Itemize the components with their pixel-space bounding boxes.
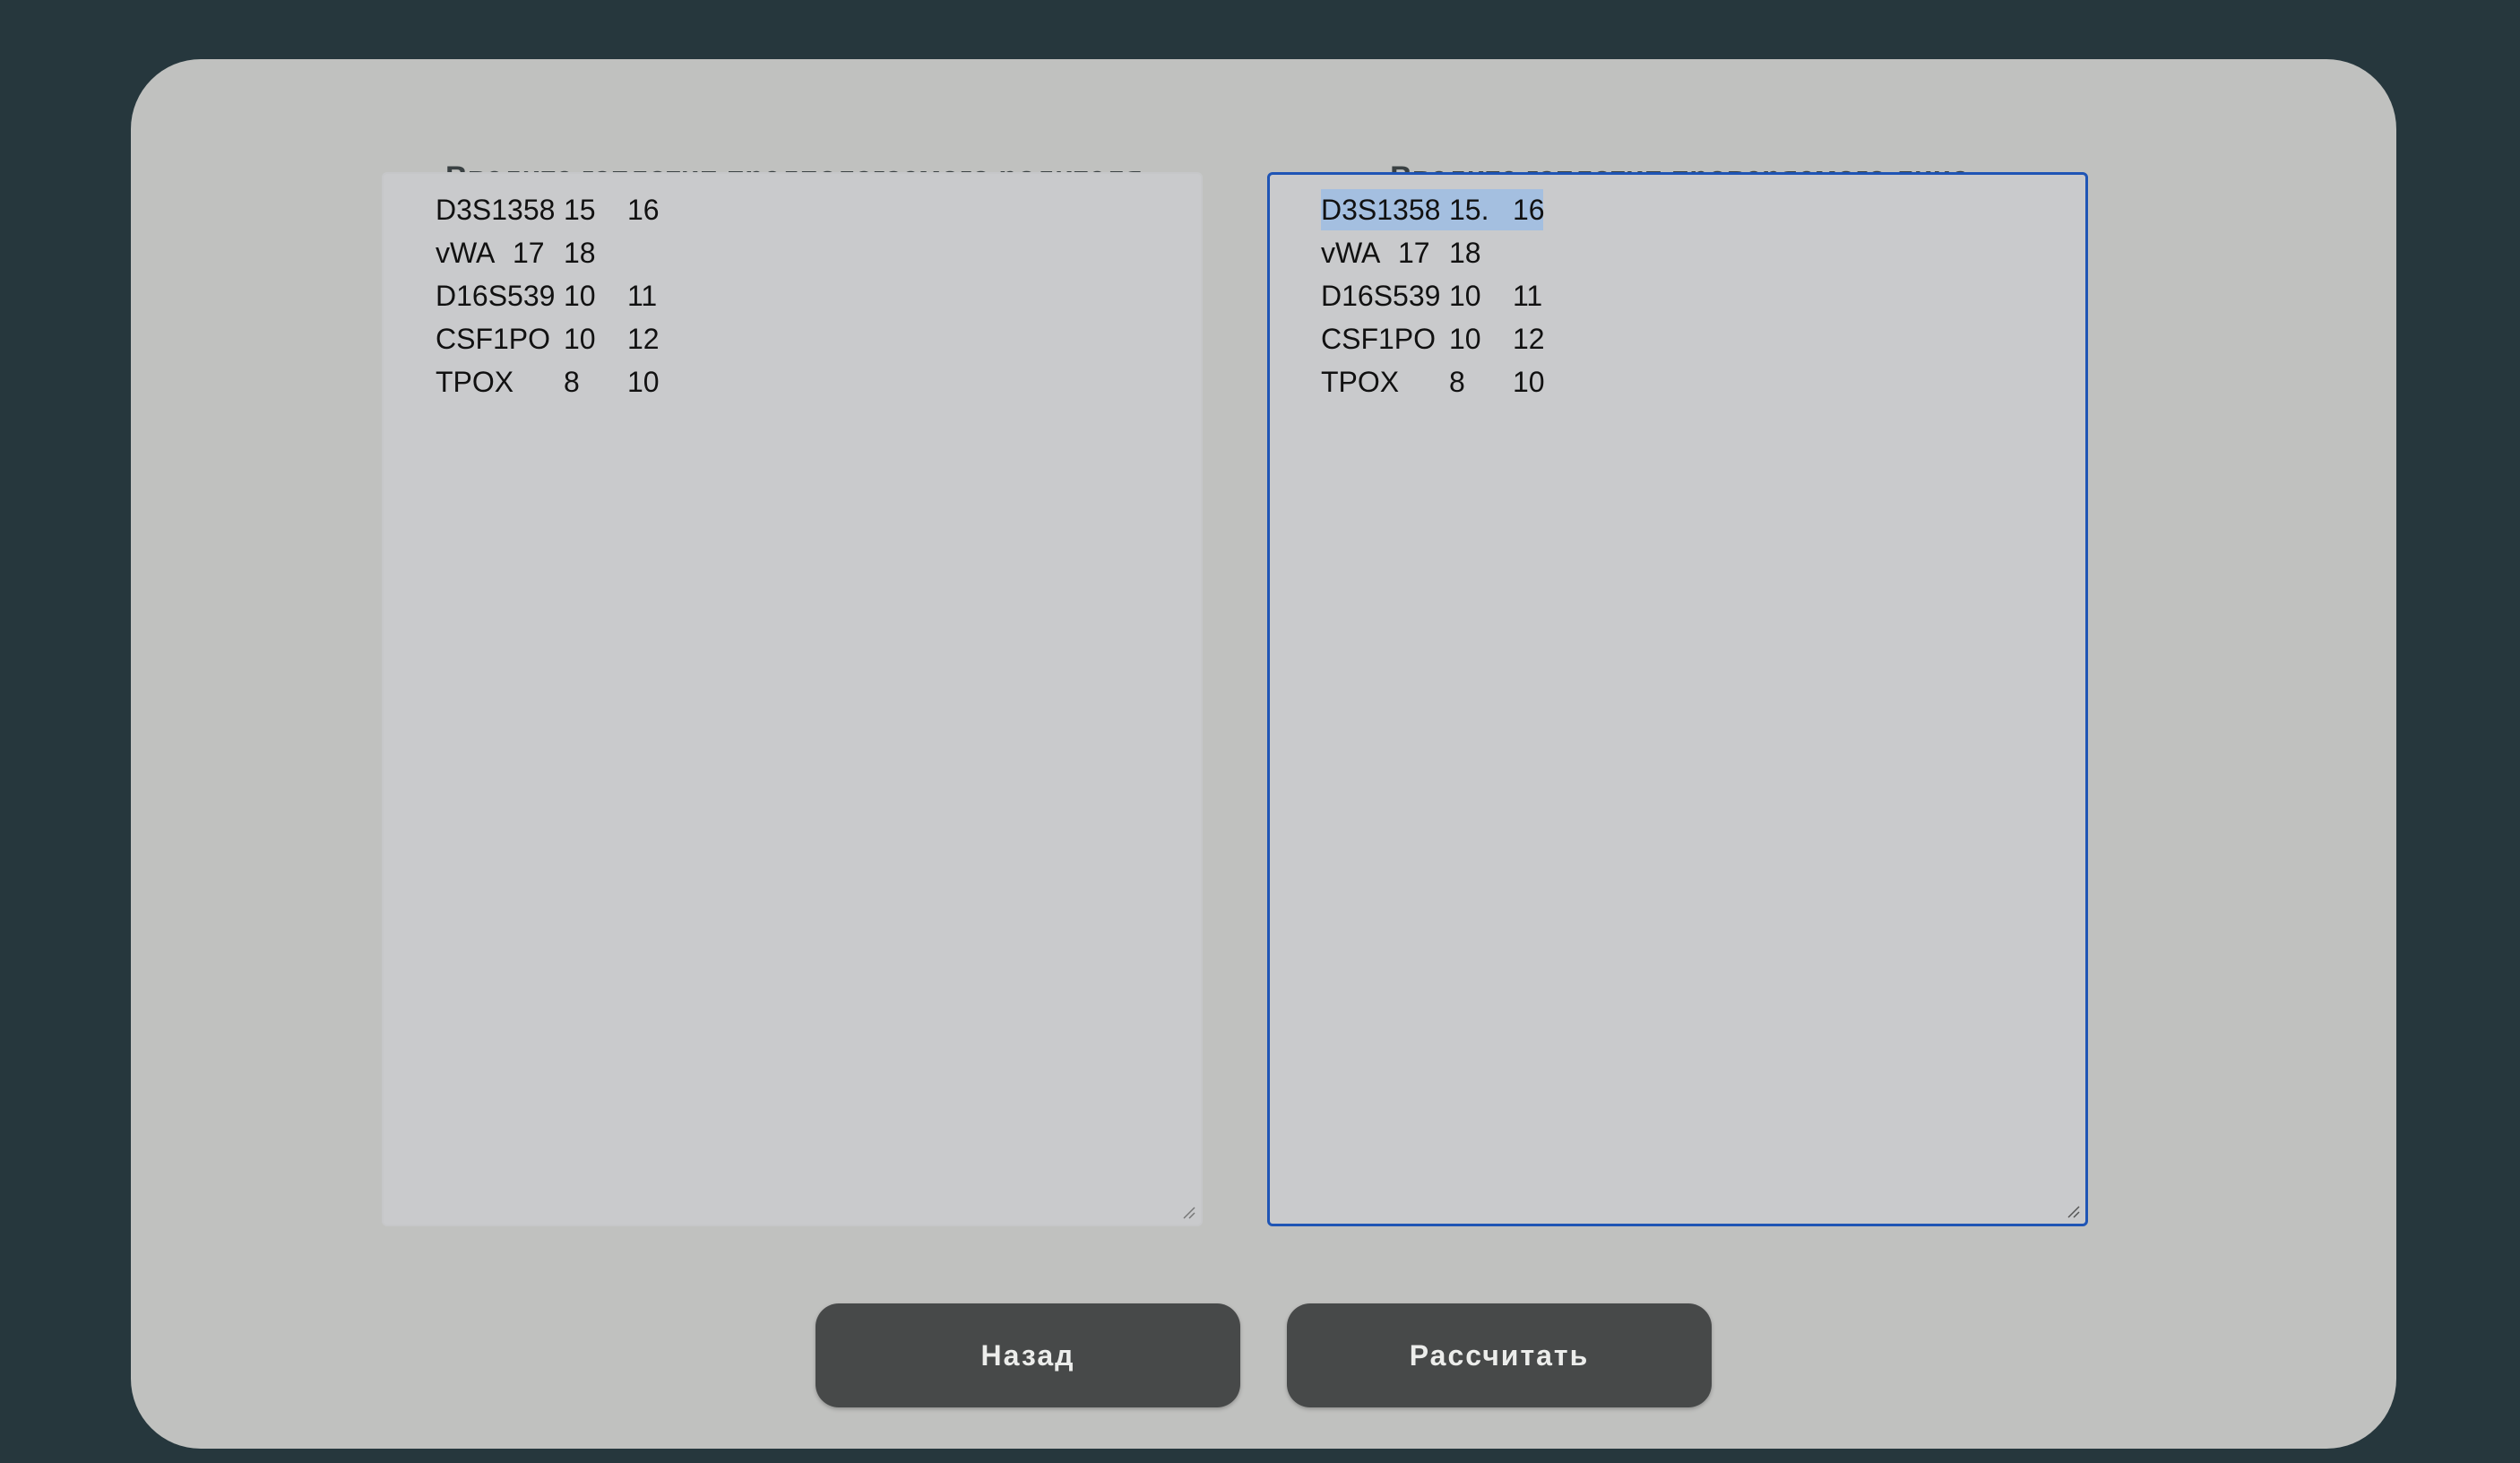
allele-1: 10	[1449, 323, 1481, 355]
locus-name: D3S1358	[436, 194, 556, 226]
locus-name: CSF1PO	[1321, 323, 1437, 355]
allele-1: 17	[513, 237, 545, 269]
allele-2: 12	[627, 323, 660, 355]
allele-2: 16	[1513, 194, 1545, 226]
subject-row-1: D3S1358 15. 16	[1321, 188, 1545, 231]
allele-2: 12	[1513, 323, 1545, 355]
resize-handle-icon[interactable]	[1181, 1205, 1195, 1219]
subject-haplotype-textarea[interactable]: D3S1358 15. 16 vWA 17 18 D16S539 10 11 C…	[1267, 172, 2088, 1226]
subject-row-4: CSF1PO 10 12	[1321, 317, 1545, 360]
allele-1: 15	[564, 194, 596, 226]
resize-handle-icon[interactable]	[2066, 1204, 2080, 1218]
parent-row-1: D3S1358 15 16	[436, 188, 660, 231]
allele-1: 17	[1398, 237, 1430, 269]
subject-row-3: D16S539 10 11	[1321, 274, 1542, 317]
allele-2: 11	[627, 280, 658, 312]
allele-2: 18	[564, 237, 596, 269]
haplotype-form-card: Введите гаплотип предполагаемого родител…	[131, 59, 2396, 1449]
subject-row-2: vWA 17 18	[1321, 231, 1481, 274]
allele-1: 15.	[1449, 194, 1489, 226]
parent-row-2: vWA 17 18	[436, 231, 596, 274]
locus-name: D16S539	[1321, 280, 1441, 312]
allele-2: 11	[1513, 280, 1543, 312]
locus-name: vWA	[436, 237, 496, 269]
subject-row-5: TPOX 8 10	[1321, 360, 1545, 403]
parent-row-3: D16S539 10 11	[436, 274, 657, 317]
calculate-button[interactable]: Рассчитать	[1287, 1303, 1712, 1407]
locus-name: TPOX	[436, 366, 514, 398]
parent-row-5: TPOX 8 10	[436, 360, 660, 403]
allele-2: 10	[1513, 366, 1545, 398]
allele-2: 10	[627, 366, 660, 398]
locus-name: CSF1PO	[436, 323, 551, 355]
locus-name: TPOX	[1321, 366, 1400, 398]
allele-1: 8	[1449, 366, 1465, 398]
allele-1: 10	[564, 323, 596, 355]
locus-name: D3S1358	[1321, 194, 1441, 226]
allele-1: 10	[1449, 280, 1481, 312]
allele-2: 18	[1449, 237, 1481, 269]
allele-1: 10	[564, 280, 596, 312]
parent-haplotype-textarea[interactable]: D3S1358 15 16 vWA 17 18 D16S539 10 11 CS…	[382, 172, 1203, 1226]
locus-name: vWA	[1321, 237, 1381, 269]
locus-name: D16S539	[436, 280, 556, 312]
parent-row-4: CSF1PO 10 12	[436, 317, 660, 360]
allele-2: 16	[627, 194, 660, 226]
back-button[interactable]: Назад	[816, 1303, 1240, 1407]
allele-1: 8	[564, 366, 580, 398]
